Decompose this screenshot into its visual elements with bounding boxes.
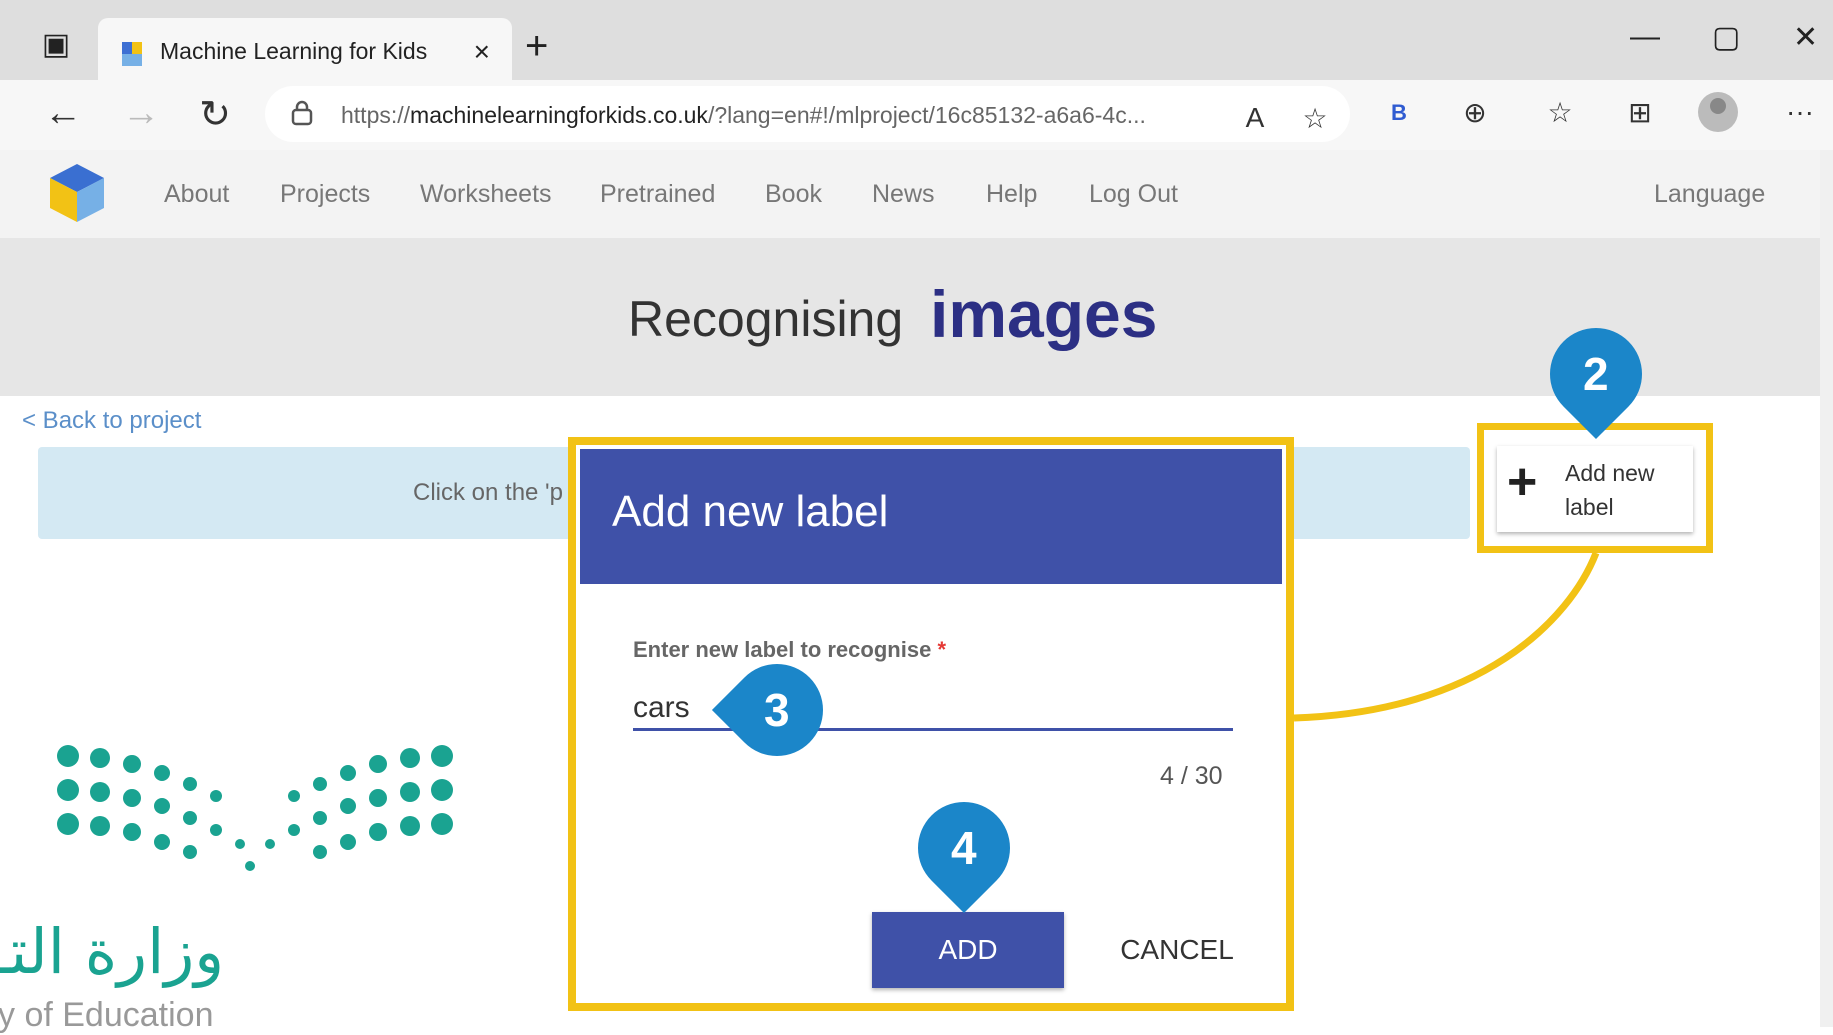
site-favicon-icon (122, 42, 142, 66)
read-aloud-icon[interactable]: A (1235, 102, 1275, 134)
refresh-icon[interactable]: ↻ (190, 92, 240, 137)
nav-news[interactable]: News (872, 180, 935, 209)
collections-icon[interactable]: ⊞ (1620, 96, 1660, 129)
ministry-logo-dots-icon (57, 745, 453, 871)
favorites-icon[interactable]: ☆ (1540, 96, 1580, 129)
forward-icon[interactable]: → (116, 92, 166, 135)
add-new-label-button[interactable]: + Add new label (1497, 446, 1693, 532)
cancel-button[interactable]: CANCEL (1102, 912, 1252, 988)
page-title-bold: images (930, 277, 1158, 351)
nav-about[interactable]: About (164, 180, 229, 209)
dialog-title: Add new label (612, 487, 889, 536)
more-icon[interactable]: ··· (1780, 96, 1820, 128)
close-window-icon[interactable]: ✕ (1793, 20, 1818, 55)
lock-icon (291, 100, 313, 126)
nav-help[interactable]: Help (986, 180, 1037, 209)
nav-pretrained[interactable]: Pretrained (600, 180, 715, 209)
bing-icon[interactable]: B (1379, 100, 1419, 126)
extensions-icon[interactable]: ⊕ (1455, 96, 1495, 129)
tab-actions-icon[interactable]: ▣ (30, 18, 82, 70)
nav-projects[interactable]: Projects (280, 180, 370, 209)
nav-language[interactable]: Language (1654, 180, 1765, 209)
back-to-project-link[interactable]: < Back to project (22, 407, 201, 435)
back-icon[interactable]: ← (38, 92, 88, 135)
page-scrollbar[interactable] (1820, 150, 1833, 1027)
info-text: Click on the 'p (413, 479, 563, 506)
site-navigation: About Projects Worksheets Pretrained Boo… (0, 150, 1820, 238)
plus-icon: + (1507, 453, 1538, 511)
nav-log-out[interactable]: Log Out (1089, 180, 1178, 209)
close-tab-icon[interactable]: × (474, 36, 490, 68)
required-mark: * (937, 637, 946, 662)
page-title-light: Recognising (628, 291, 904, 347)
profile-avatar[interactable] (1698, 92, 1738, 132)
nav-worksheets[interactable]: Worksheets (420, 180, 552, 209)
dialog-header: Add new label (580, 449, 1282, 584)
add-new-label-text: Add new label (1565, 460, 1655, 520)
url-text: https://machinelearningforkids.co.uk/?la… (341, 102, 1146, 128)
browser-toolbar: ← → ↻ https://machinelearningforkids.co.… (0, 80, 1833, 150)
character-counter: 4 / 30 (1160, 762, 1223, 790)
add-button[interactable]: ADD (872, 912, 1064, 988)
minimize-icon[interactable]: — (1630, 20, 1660, 54)
watermark-english-text: y of Education (0, 996, 214, 1034)
watermark-arabic-text: وزارة التـ (0, 915, 225, 988)
new-tab-icon[interactable]: + (525, 24, 548, 69)
site-logo-icon[interactable] (44, 160, 110, 226)
tab-title: Machine Learning for Kids (160, 38, 428, 64)
add-favorite-icon[interactable]: ☆ (1295, 102, 1335, 135)
label-field-caption: Enter new label to recognise * (633, 637, 946, 662)
address-bar[interactable]: https://machinelearningforkids.co.uk/?la… (265, 86, 1350, 142)
page-title-bar: Recognising images (0, 238, 1820, 396)
maximize-icon[interactable]: ▢ (1712, 20, 1740, 55)
nav-book[interactable]: Book (765, 180, 822, 209)
